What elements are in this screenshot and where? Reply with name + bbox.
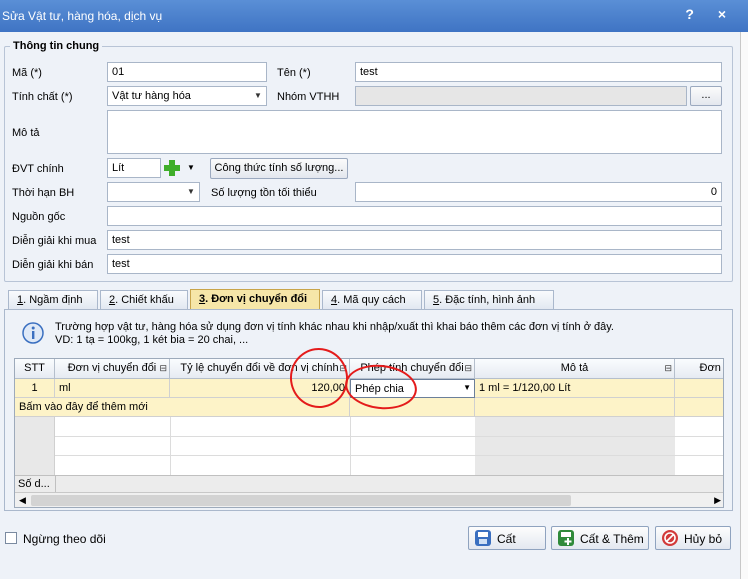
pin-icon[interactable]: ⊟ xyxy=(159,363,167,374)
info-line-1: Trường hợp vật tư, hàng hóa sử dụng đơn … xyxy=(55,321,614,333)
dvt-chevron-down-icon[interactable]: ▼ xyxy=(183,158,199,178)
tab-dac-tinh[interactable]: 5. Đặc tính, hình ảnh xyxy=(424,290,554,309)
grid-footer: Số d... xyxy=(15,475,723,493)
pin-icon[interactable]: ⊟ xyxy=(664,363,672,374)
chevron-down-icon[interactable]: ▼ xyxy=(250,87,266,105)
grid-footer-label: Số d... xyxy=(18,478,50,490)
tab-label: . Chiết khấu xyxy=(115,294,174,306)
row-divider xyxy=(55,455,723,456)
add-cell[interactable] xyxy=(675,398,723,417)
nhom-browse-button[interactable]: ... xyxy=(690,86,722,106)
tab-label: . Ngầm định xyxy=(23,294,83,306)
col-header-mota-label: Mô tả xyxy=(560,362,589,374)
tab-ma-quy-cach[interactable]: 4. Mã quy cách xyxy=(322,290,422,309)
ngung-checkbox[interactable] xyxy=(5,532,17,544)
col-divider xyxy=(350,417,351,475)
background-edge xyxy=(740,32,748,579)
tab-chiet-khau[interactable]: 2. Chiết khấu xyxy=(100,290,188,309)
cell-stt[interactable]: 1 xyxy=(15,379,55,398)
tinhchat-value: Vật tư hàng hóa xyxy=(112,90,191,102)
tab-ngam-dinh[interactable]: 1. Ngầm định xyxy=(8,290,98,309)
add-plus-icon[interactable] xyxy=(162,158,182,178)
nhom-input[interactable] xyxy=(355,86,687,106)
col-header-mota[interactable]: Mô tả ⊟ xyxy=(475,359,675,379)
info-line-2: VD: 1 tạ = 100kg, 1 két bia = 20 chai, .… xyxy=(55,334,249,346)
thoihan-chevron-down-icon[interactable]: ▼ xyxy=(183,183,199,201)
col-header-dongia[interactable]: Đơn g xyxy=(675,359,723,379)
scrollbar-thumb[interactable] xyxy=(31,495,571,506)
close-button[interactable]: × xyxy=(718,6,736,22)
diengiaiban-label: Diễn giải khi bán xyxy=(12,259,94,271)
horizontal-scrollbar[interactable]: ◀ ▶ xyxy=(15,492,723,507)
tab-label: . Đơn vị chuyển đổi xyxy=(205,293,308,305)
save-add-icon xyxy=(558,530,574,546)
diengiaiban-input[interactable]: test xyxy=(107,254,722,274)
ten-label: Tên (*) xyxy=(277,67,311,79)
info-icon xyxy=(22,322,44,344)
add-new-row[interactable]: Bấm vào đây để thêm mới xyxy=(15,398,170,417)
col-header-donvi[interactable]: Đơn vị chuyển đổi ⊟ xyxy=(55,359,170,379)
cancel-button[interactable]: Hủy bỏ xyxy=(655,526,731,550)
col-divider xyxy=(170,417,171,475)
dvt-input[interactable]: Lít xyxy=(107,158,161,178)
pin-icon[interactable]: ⊟ xyxy=(464,363,472,374)
nhom-label: Nhóm VTHH xyxy=(277,91,340,103)
cell-dongia[interactable] xyxy=(675,379,723,398)
title-bar: Sửa Vật tư, hàng hóa, dịch vụ ? × xyxy=(0,0,748,32)
tab-label: . Mã quy cách xyxy=(337,294,406,306)
save-button[interactable]: Cất xyxy=(468,526,546,550)
window-title: Sửa Vật tư, hàng hóa, dịch vụ xyxy=(2,9,163,23)
diengiaimua-input[interactable]: test xyxy=(107,230,722,250)
thoihan-select[interactable]: ▼ xyxy=(107,182,200,202)
dvt-label: ĐVT chính xyxy=(12,163,64,175)
thoihan-label: Thời hạn BH xyxy=(12,187,75,199)
congthuc-button[interactable]: Công thức tính số lượng... xyxy=(210,158,348,179)
diengiaimua-label: Diễn giải khi mua xyxy=(12,235,97,247)
empty-mota-area xyxy=(475,417,675,475)
ngung-label: Ngừng theo dõi xyxy=(23,532,106,546)
col-header-stt[interactable]: STT xyxy=(15,359,55,379)
help-button[interactable]: ? xyxy=(685,6,704,22)
ten-input[interactable]: test xyxy=(355,62,722,82)
cancel-label: Hủy bỏ xyxy=(684,532,723,546)
scroll-right-icon[interactable]: ▶ xyxy=(714,495,721,506)
ma-label: Mã (*) xyxy=(12,67,42,79)
scroll-left-icon[interactable]: ◀ xyxy=(19,495,26,506)
empty-stt-area xyxy=(15,417,55,475)
row-divider xyxy=(55,436,723,437)
pheptinh-chevron-down-icon[interactable]: ▼ xyxy=(463,383,471,392)
soluongton-label: Số lượng tồn tối thiểu xyxy=(211,187,317,199)
tab-don-vi-chuyen-doi[interactable]: 3. Đơn vị chuyển đổi xyxy=(190,289,320,309)
tinhchat-label: Tính chất (*) xyxy=(12,91,73,103)
ma-input[interactable]: 01 xyxy=(107,62,267,82)
mota-textarea[interactable] xyxy=(107,110,722,154)
nguongoc-label: Nguồn gốc xyxy=(12,211,66,223)
nguongoc-input[interactable] xyxy=(107,206,722,226)
save-and-add-button[interactable]: Cất & Thêm xyxy=(551,526,649,550)
cancel-icon xyxy=(662,530,678,546)
group-title: Thông tin chung xyxy=(10,40,103,52)
add-cell[interactable] xyxy=(475,398,675,417)
cell-donvi[interactable]: ml xyxy=(55,379,170,398)
col-header-donvi-label: Đơn vị chuyển đổi xyxy=(67,362,157,374)
tab-label: . Đặc tính, hình ảnh xyxy=(439,294,536,306)
mota-label: Mô tả xyxy=(12,127,40,139)
cell-mota[interactable]: 1 ml = 1/120,00 Lít xyxy=(475,379,675,398)
save-and-add-label: Cất & Thêm xyxy=(580,532,644,546)
save-label: Cất xyxy=(497,532,516,546)
floppy-disk-icon xyxy=(475,530,491,546)
tinhchat-select[interactable]: Vật tư hàng hóa ▼ xyxy=(107,86,267,106)
soluongton-input[interactable]: 0 xyxy=(355,182,722,202)
